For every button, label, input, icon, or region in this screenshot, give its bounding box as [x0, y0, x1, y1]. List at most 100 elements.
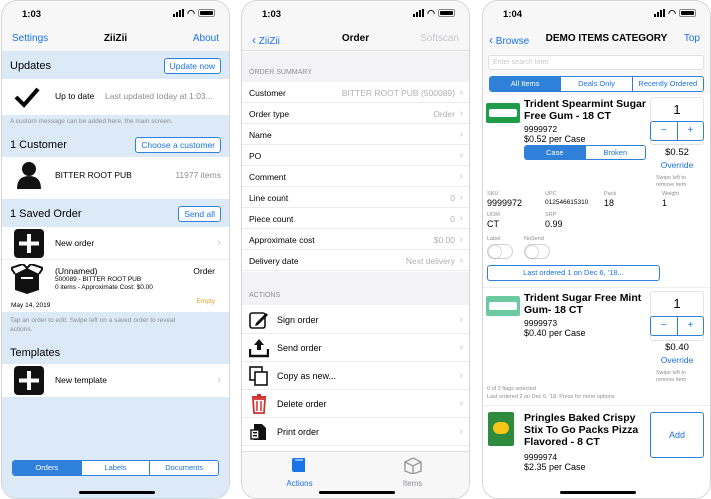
search-input[interactable]: Enter search term: [488, 55, 704, 70]
unit-case[interactable]: Case: [525, 146, 586, 159]
tab-labels[interactable]: Labels: [82, 461, 151, 475]
item-card[interactable]: Pringles Baked Crispy Stix To Go Packs P…: [483, 405, 710, 498]
order-field-label: PO: [249, 151, 262, 161]
decrement-button[interactable]: −: [651, 317, 678, 335]
tab-items[interactable]: Items: [385, 456, 440, 488]
item-code: 9999974: [524, 452, 558, 462]
order-field-row[interactable]: PO ›: [242, 145, 469, 166]
order-field-row[interactable]: Order type Order ›: [242, 103, 469, 124]
status-icons: ◠: [654, 8, 696, 18]
sign-order-row[interactable]: Sign order ›: [242, 306, 469, 334]
saved-order-row[interactable]: (Unnamed) Order 500089 - BITTER ROOT PUB…: [2, 260, 229, 312]
upc-value: 012546615310: [545, 199, 589, 206]
battery-icon: [198, 9, 215, 17]
swipe-hint: Swipe left to remove item: [656, 175, 687, 188]
nosend-toggle-label: NoSend: [524, 236, 544, 242]
wifi-icon: ◠: [668, 8, 676, 18]
item-price: $0.40 per Case: [524, 328, 586, 338]
top-button[interactable]: Top: [684, 33, 700, 44]
override-button[interactable]: Override: [650, 355, 704, 365]
order-date: May 14, 2019: [11, 302, 51, 309]
order-field-label: Name: [249, 130, 272, 140]
order-field-row[interactable]: Customer BITTER ROOT PUB (500089) ›: [242, 82, 469, 103]
customer-title: 1 Customer: [10, 139, 67, 151]
item-card[interactable]: Trident Spearmint Sugar Free Gum - 18 CT…: [483, 95, 710, 287]
order-field-row[interactable]: Comment ›: [242, 166, 469, 187]
item-code: 9999973: [524, 318, 558, 328]
filter-deals-only[interactable]: Deals Only: [561, 77, 633, 91]
order-type: Order: [193, 266, 215, 276]
send-order-label: Send order: [277, 343, 322, 353]
items-screen: 1:04 ◠ ‹ Browse DEMO ITEMS CATEGORY Top …: [482, 0, 711, 499]
filter-recently-ordered[interactable]: Recently Ordered: [633, 77, 703, 91]
srp-value: 0.99: [545, 219, 563, 229]
order-field-row[interactable]: Piece count 0 ›: [242, 208, 469, 229]
trash-icon: [252, 394, 266, 414]
home-indicator: [560, 491, 636, 494]
order-title: (Unnamed): [55, 266, 98, 276]
tab-documents[interactable]: Documents: [150, 461, 218, 475]
label-toggle[interactable]: [487, 244, 513, 259]
status-time: 1:03: [22, 9, 42, 20]
filter-all-items[interactable]: All Items: [490, 77, 562, 91]
nav-bar: ‹ Browse DEMO ITEMS CATEGORY Top: [483, 25, 710, 51]
item-subtotal: $0.52: [665, 147, 689, 158]
weight-value: 1: [662, 198, 668, 208]
increment-button[interactable]: +: [678, 122, 704, 140]
status-time: 1:04: [503, 9, 523, 20]
order-field-label: Piece count: [249, 214, 294, 224]
nosend-toggle[interactable]: [524, 244, 550, 259]
uom-label: UOM: [487, 212, 500, 218]
order-field-row[interactable]: Delivery date Next delivery ›: [242, 250, 469, 271]
update-now-button[interactable]: Update now: [163, 58, 221, 74]
order-field-value: Order: [433, 109, 455, 119]
increment-button[interactable]: +: [678, 317, 704, 335]
order-field-label: Order type: [249, 109, 290, 119]
customer-row[interactable]: BITTER ROOT PUB 11977 items: [2, 157, 229, 192]
unit-broken[interactable]: Broken: [586, 146, 646, 159]
item-code: 9999972: [524, 124, 558, 134]
tab-orders[interactable]: Orders: [13, 461, 82, 475]
choose-customer-button[interactable]: Choose a customer: [135, 137, 221, 153]
chevron-right-icon: ›: [459, 426, 463, 437]
wifi-icon: ◠: [187, 8, 195, 18]
add-button[interactable]: Add: [650, 412, 704, 458]
order-field-row[interactable]: Line count 0 ›: [242, 187, 469, 208]
tab-actions[interactable]: Actions: [272, 456, 327, 488]
print-order-row[interactable]: Print order ›: [242, 418, 469, 446]
checkmark-icon: [14, 87, 40, 108]
send-order-row[interactable]: Send order ›: [242, 334, 469, 362]
sign-order-label: Sign order: [277, 315, 319, 325]
item-price: $0.52 per Case: [524, 134, 586, 144]
sku-label: SKU: [487, 191, 499, 197]
home-indicator: [319, 491, 395, 494]
status-icons: ◠: [413, 9, 455, 18]
new-template-row[interactable]: New template ›: [2, 364, 229, 397]
actions-header-label: ACTIONS: [249, 292, 281, 299]
screen-title: DEMO ITEMS CATEGORY: [545, 33, 668, 44]
new-order-row[interactable]: New order ›: [2, 227, 229, 260]
status-icons: ◠: [173, 8, 215, 18]
copy-order-row[interactable]: Copy as new... ›: [242, 362, 469, 390]
battery-icon: [438, 9, 455, 17]
tab-items-label: Items: [402, 479, 423, 488]
decrement-button[interactable]: −: [651, 122, 678, 140]
item-name: Pringles Baked Crispy Stix To Go Packs P…: [524, 412, 639, 448]
order-field-label: Approximate cost: [249, 235, 315, 245]
item-card[interactable]: Trident Sugar Free Mint Gum- 18 CT 99999…: [483, 287, 710, 405]
order-field-row[interactable]: Approximate cost $0.00 ›: [242, 229, 469, 250]
softscan-button[interactable]: Softscan: [420, 33, 459, 44]
order-field-row[interactable]: Name ›: [242, 124, 469, 145]
quantity-value: 1: [673, 296, 681, 311]
last-ordered-button[interactable]: Last ordered 1 on Dec 6, '18...: [487, 265, 660, 281]
about-button[interactable]: About: [193, 33, 219, 44]
quantity-stepper: − +: [650, 121, 704, 145]
search-area: Enter search term All Items Deals Only R…: [483, 51, 710, 95]
send-all-button[interactable]: Send all: [178, 206, 221, 222]
pack-label: Pack: [604, 191, 617, 197]
override-button[interactable]: Override: [650, 160, 704, 170]
signal-icon: [173, 9, 185, 17]
delete-order-row[interactable]: Delete order ›: [242, 390, 469, 418]
chevron-right-icon: ›: [459, 314, 463, 325]
chevron-right-icon: ›: [459, 108, 463, 119]
